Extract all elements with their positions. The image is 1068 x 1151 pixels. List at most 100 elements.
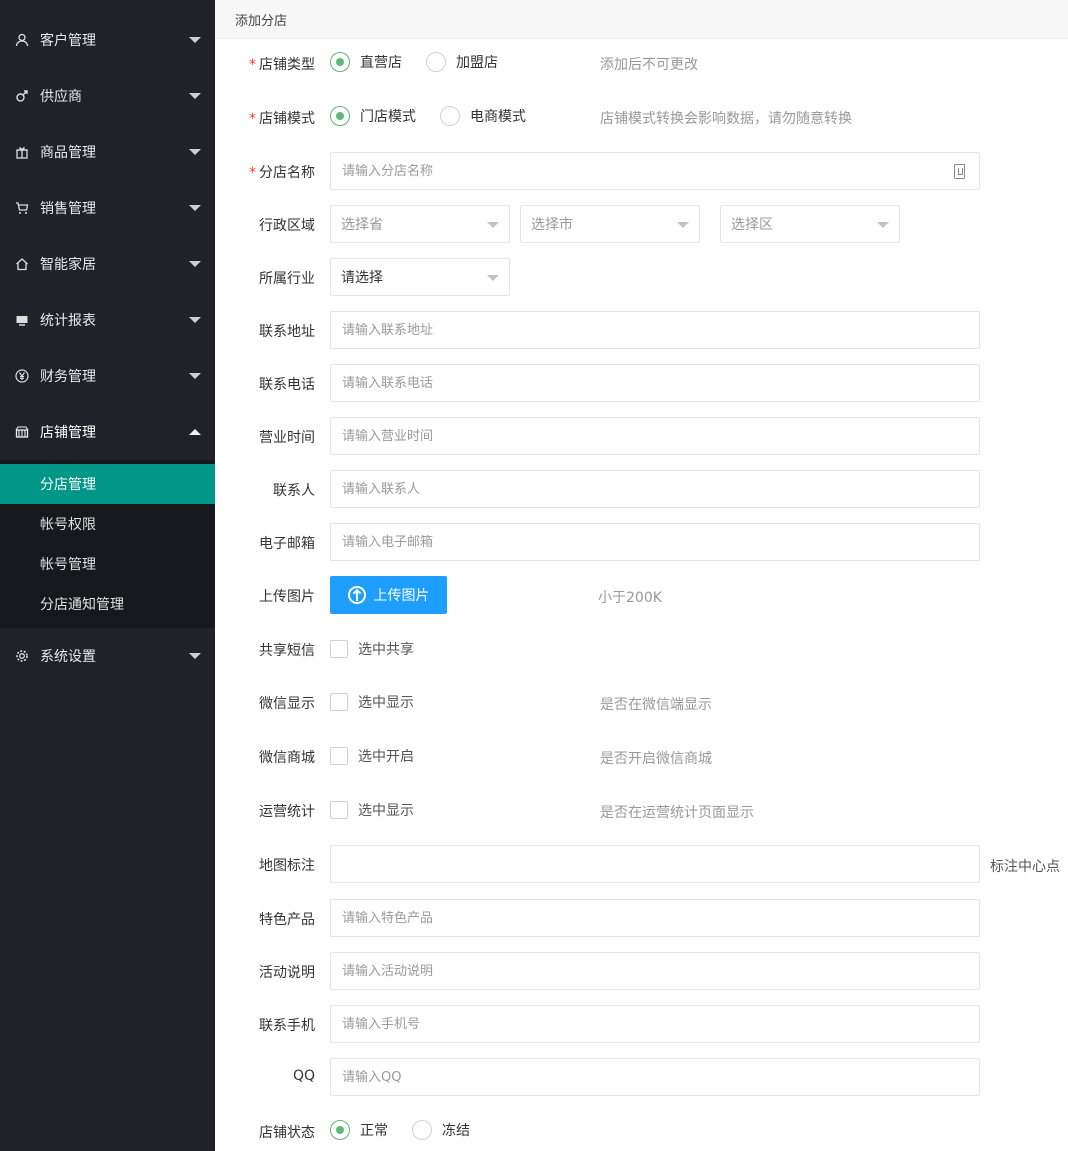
upload-image-button[interactable]: 上传图片 — [330, 576, 447, 614]
radio-label: 门店模式 — [360, 109, 416, 125]
caret-down-icon — [877, 222, 889, 228]
email-field[interactable] — [330, 523, 980, 561]
row-mobile: 联系手机 — [215, 1005, 1068, 1043]
checkbox-box — [330, 640, 348, 658]
label-email: 电子邮箱 — [259, 536, 315, 552]
industry-select[interactable]: 请选择 — [330, 258, 510, 296]
map-input[interactable] — [342, 846, 979, 882]
radio-circle — [330, 1120, 350, 1140]
sub-item-permissions[interactable]: 帐号权限 — [0, 504, 215, 544]
row-shop-mode: * 店铺模式 门店模式 电商模式 店铺模式转换会影响数据，请勿随意转换 — [215, 106, 1068, 130]
radio-circle — [412, 1120, 432, 1140]
label-upload: 上传图片 — [259, 589, 315, 605]
nav-shop[interactable]: 店铺管理 — [0, 404, 215, 460]
phone-field[interactable] — [330, 364, 980, 402]
nav-label: 统计报表 — [40, 313, 96, 329]
product-field[interactable] — [330, 899, 980, 937]
caret-down-icon — [487, 275, 499, 281]
mobile-field[interactable] — [330, 1005, 980, 1043]
phone-input[interactable] — [342, 365, 979, 401]
row-qq: QQ — [215, 1058, 1068, 1096]
nav-supplier[interactable]: 供应商 — [0, 68, 215, 124]
wechat-mall-checkbox[interactable]: 选中开启 — [330, 746, 414, 766]
label-contact: 联系人 — [273, 483, 315, 499]
hours-field[interactable] — [330, 417, 980, 455]
ops-stats-checkbox[interactable]: 选中显示 — [330, 800, 414, 820]
nav-sales[interactable]: 销售管理 — [0, 180, 215, 236]
user-icon — [14, 32, 30, 48]
branch-name-input[interactable] — [342, 153, 979, 189]
radio-label: 电商模式 — [470, 109, 526, 125]
activity-input[interactable] — [342, 953, 979, 989]
sub-item-branch[interactable]: 分店管理 — [0, 464, 215, 504]
wechat-show-checkbox[interactable]: 选中显示 — [330, 692, 414, 712]
label-share-sms: 共享短信 — [259, 643, 315, 659]
label-status: 店铺状态 — [259, 1125, 315, 1141]
caret-down-icon — [487, 222, 499, 228]
sub-item-accounts[interactable]: 帐号管理 — [0, 544, 215, 584]
hint-upload: 小于200K — [598, 590, 662, 606]
city-select[interactable]: 选择市 — [520, 205, 700, 243]
chevron-down-icon — [189, 149, 201, 155]
address-input[interactable] — [342, 312, 979, 348]
chevron-down-icon — [189, 373, 201, 379]
radio-ecommerce-mode[interactable]: 电商模式 — [440, 106, 526, 126]
qq-input[interactable] — [342, 1059, 979, 1095]
contact-field[interactable] — [330, 470, 980, 508]
nav-label: 财务管理 — [40, 369, 96, 385]
hint-ops-stats: 是否在运营统计页面显示 — [600, 805, 754, 821]
map-field[interactable] — [330, 845, 980, 883]
chevron-up-icon — [189, 429, 201, 435]
hours-input[interactable] — [342, 418, 979, 454]
checkbox-box — [330, 801, 348, 819]
activity-field[interactable] — [330, 952, 980, 990]
nav-reports[interactable]: 统计报表 — [0, 292, 215, 348]
row-phone: 联系电话 — [215, 364, 1068, 402]
radio-direct-store[interactable]: 直营店 — [330, 52, 402, 72]
radio-circle — [426, 52, 446, 72]
district-select[interactable]: 选择区 — [720, 205, 900, 243]
radio-label: 加盟店 — [456, 55, 498, 71]
radio-franchise-store[interactable]: 加盟店 — [426, 52, 498, 72]
nav-customer[interactable]: 客户管理 — [0, 12, 215, 68]
email-input[interactable] — [342, 524, 979, 560]
id-card-icon — [954, 164, 965, 179]
checkbox-label: 选中共享 — [358, 642, 414, 658]
label-shop-type: 店铺类型 — [259, 57, 315, 73]
nav-finance[interactable]: 财务管理 — [0, 348, 215, 404]
checkbox-label: 选中开启 — [358, 749, 414, 765]
radio-label: 正常 — [360, 1123, 388, 1139]
row-region: 行政区域 选择省 选择市 选择区 — [215, 205, 1068, 243]
required-mark: * — [249, 165, 256, 181]
province-select[interactable]: 选择省 — [330, 205, 510, 243]
label-branch-name: 分店名称 — [259, 165, 315, 181]
row-wechat-mall: 微信商城 选中开启 是否开启微信商城 — [215, 746, 1068, 767]
row-product: 特色产品 — [215, 899, 1068, 937]
radio-store-mode[interactable]: 门店模式 — [330, 106, 416, 126]
chevron-down-icon — [189, 93, 201, 99]
address-field[interactable] — [330, 311, 980, 349]
radio-label: 直营店 — [360, 55, 402, 71]
label-industry: 所属行业 — [259, 271, 315, 287]
nav-settings[interactable]: 系统设置 — [0, 628, 215, 684]
nav-products[interactable]: 商品管理 — [0, 124, 215, 180]
row-activity: 活动说明 — [215, 952, 1068, 990]
checkbox-label: 选中显示 — [358, 803, 414, 819]
product-input[interactable] — [342, 900, 979, 936]
radio-status-normal[interactable]: 正常 — [330, 1120, 388, 1140]
row-address: 联系地址 — [215, 311, 1068, 349]
sub-item-notices[interactable]: 分店通知管理 — [0, 584, 215, 624]
chevron-down-icon — [189, 317, 201, 323]
branch-name-field[interactable] — [330, 152, 980, 190]
radio-status-frozen[interactable]: 冻结 — [412, 1120, 470, 1140]
mobile-input[interactable] — [342, 1006, 979, 1042]
share-sms-checkbox[interactable]: 选中共享 — [330, 639, 414, 659]
label-product: 特色产品 — [259, 912, 315, 928]
nav-smarthome[interactable]: 智能家居 — [0, 236, 215, 292]
map-center-note[interactable]: 标注中心点 — [990, 856, 1060, 876]
nav-label: 商品管理 — [40, 145, 96, 161]
label-hours: 营业时间 — [259, 430, 315, 446]
qq-field[interactable] — [330, 1058, 980, 1096]
label-phone: 联系电话 — [259, 377, 315, 393]
contact-input[interactable] — [342, 471, 979, 507]
